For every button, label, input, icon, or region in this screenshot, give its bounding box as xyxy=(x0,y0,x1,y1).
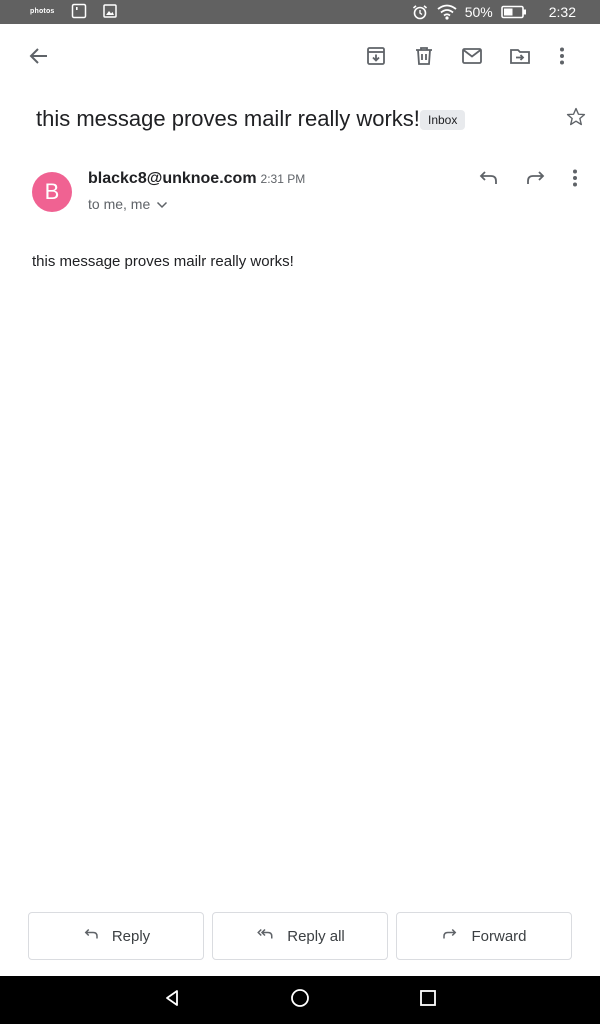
system-nav-bar xyxy=(0,976,600,1024)
sender-avatar[interactable]: B xyxy=(32,172,72,212)
alarm-icon xyxy=(411,3,429,21)
message-time: 2:31 PM xyxy=(260,172,306,186)
back-button[interactable] xyxy=(15,32,63,80)
nav-home-button[interactable] xyxy=(270,976,330,1024)
mark-unread-icon xyxy=(460,44,484,68)
forward-icon xyxy=(441,925,459,947)
home-circle-icon xyxy=(290,988,310,1013)
nav-back-button[interactable] xyxy=(142,976,202,1024)
image-icon xyxy=(102,4,117,18)
photos-icon: photos xyxy=(30,7,55,15)
clock: 2:32 xyxy=(548,4,576,20)
more-vert-icon xyxy=(550,44,574,68)
more-vert-icon xyxy=(563,166,587,195)
reply-all-button[interactable]: Reply all xyxy=(212,912,388,960)
recipients-text: to me, me xyxy=(88,196,151,212)
sender-email: blackc8@unknoe.com xyxy=(88,170,257,187)
email-subject: this message proves mailr really works! xyxy=(36,106,420,131)
reply-all-label: Reply all xyxy=(287,927,345,945)
reply-all-icon xyxy=(255,925,275,947)
wifi-icon xyxy=(437,4,457,20)
move-to-icon xyxy=(508,44,532,68)
star-button[interactable] xyxy=(552,100,600,138)
archive-icon xyxy=(364,44,388,68)
reply-label: Reply xyxy=(111,927,151,945)
nav-recents-button[interactable] xyxy=(398,976,458,1024)
forward-icon xyxy=(524,166,548,195)
recents-square-icon xyxy=(419,989,437,1012)
forward-icon-button[interactable] xyxy=(514,160,558,200)
forward-button[interactable]: Forward xyxy=(396,912,572,960)
chevron-down-icon xyxy=(156,196,168,212)
sim-card-icon xyxy=(71,3,87,19)
reply-icon-button[interactable] xyxy=(466,160,510,200)
star-outline-icon xyxy=(565,106,587,133)
reply-button[interactable]: Reply xyxy=(28,912,204,960)
inbox-label-chip[interactable]: Inbox xyxy=(420,110,466,130)
app-toolbar xyxy=(0,24,600,88)
archive-button[interactable] xyxy=(352,32,400,80)
forward-label: Forward xyxy=(471,927,527,945)
battery-icon xyxy=(500,5,527,19)
recipients-toggle[interactable]: to me, me xyxy=(88,196,168,212)
message-more-button[interactable] xyxy=(553,160,597,200)
system-icons: 50% 2:32 xyxy=(411,0,576,24)
battery-percent: 50% xyxy=(464,4,493,20)
delete-button[interactable] xyxy=(400,32,448,80)
message-body: this message proves mailr really works! xyxy=(32,253,294,270)
back-triangle-icon xyxy=(162,988,182,1013)
reply-icon xyxy=(82,925,100,947)
move-to-button[interactable] xyxy=(496,32,544,80)
notification-icons: photos xyxy=(30,3,117,19)
arrow-back-icon xyxy=(27,44,51,68)
status-bar: photos 50% 2:32 xyxy=(0,0,600,24)
mark-unread-button[interactable] xyxy=(448,32,496,80)
subject-row: this message proves mailr really works! … xyxy=(36,104,576,136)
reply-icon xyxy=(476,166,500,195)
sender-line: blackc8@unknoe.com 2:31 PM xyxy=(88,170,305,188)
delete-icon xyxy=(412,44,436,68)
more-options-button[interactable] xyxy=(538,32,586,80)
